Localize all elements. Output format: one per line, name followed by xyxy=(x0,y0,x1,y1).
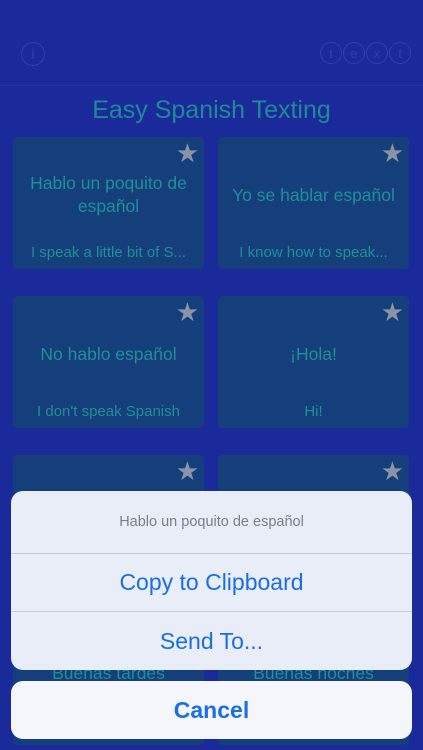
copy-to-clipboard-button[interactable]: Copy to Clipboard xyxy=(11,554,412,612)
action-sheet-title: Hablo un poquito de español xyxy=(11,491,412,554)
cancel-button[interactable]: Cancel xyxy=(11,681,412,739)
action-sheet: Hablo un poquito de español Copy to Clip… xyxy=(11,491,412,670)
send-to-button[interactable]: Send To... xyxy=(11,612,412,670)
